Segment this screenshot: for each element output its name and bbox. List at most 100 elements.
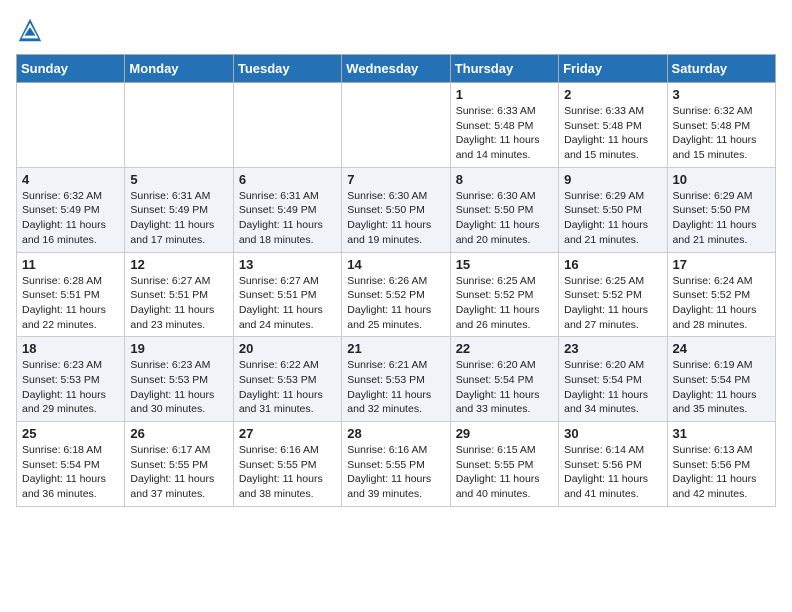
day-info: Sunrise: 6:14 AM Sunset: 5:56 PM Dayligh… <box>564 443 661 502</box>
calendar-day-cell: 26 Sunrise: 6:17 AM Sunset: 5:55 PM Dayli… <box>125 422 233 507</box>
calendar-week-row: 1Sunrise: 6:33 AM Sunset: 5:48 PM Daylig… <box>17 83 776 168</box>
calendar-day-cell: 27 Sunrise: 6:16 AM Sunset: 5:55 PM Dayli… <box>233 422 341 507</box>
day-info: Sunrise: 6:29 AM Sunset: 5:50 PM Dayligh… <box>673 189 770 248</box>
day-number: 3 <box>673 87 770 102</box>
day-number: 28 <box>347 426 444 441</box>
day-number: 10 <box>673 172 770 187</box>
calendar-day-cell: 15 Sunrise: 6:25 AM Sunset: 5:52 PM Dayli… <box>450 252 558 337</box>
day-number: 8 <box>456 172 553 187</box>
day-info: Sunrise: 6:16 AM Sunset: 5:55 PM Dayligh… <box>347 443 444 502</box>
calendar-day-cell: 17 Sunrise: 6:24 AM Sunset: 5:52 PM Dayli… <box>667 252 775 337</box>
calendar-day-cell: 2 Sunrise: 6:33 AM Sunset: 5:48 PM Daylig… <box>559 83 667 168</box>
calendar-table: SundayMondayTuesdayWednesdayThursdayFrid… <box>16 54 776 507</box>
calendar-day-cell: 30 Sunrise: 6:14 AM Sunset: 5:56 PM Dayli… <box>559 422 667 507</box>
day-info: Sunrise: 6:27 AM Sunset: 5:51 PM Dayligh… <box>130 274 227 333</box>
day-number: 30 <box>564 426 661 441</box>
day-number: 23 <box>564 341 661 356</box>
calendar-day-cell: 24Sunrise: 6:19 AM Sunset: 5:54 PM Dayli… <box>667 337 775 422</box>
calendar-week-row: 11 Sunrise: 6:28 AM Sunset: 5:51 PM Dayli… <box>17 252 776 337</box>
day-number: 21 <box>347 341 444 356</box>
day-info: Sunrise: 6:22 AM Sunset: 5:53 PM Dayligh… <box>239 358 336 417</box>
calendar-day-cell: 28 Sunrise: 6:16 AM Sunset: 5:55 PM Dayli… <box>342 422 450 507</box>
day-info: Sunrise: 6:32 AM Sunset: 5:49 PM Dayligh… <box>22 189 119 248</box>
calendar-day-cell <box>342 83 450 168</box>
day-number: 27 <box>239 426 336 441</box>
day-number: 22 <box>456 341 553 356</box>
logo-icon <box>16 16 44 44</box>
days-of-week-row: SundayMondayTuesdayWednesdayThursdayFrid… <box>17 55 776 83</box>
day-info: Sunrise: 6:31 AM Sunset: 5:49 PM Dayligh… <box>130 189 227 248</box>
calendar-body: 1Sunrise: 6:33 AM Sunset: 5:48 PM Daylig… <box>17 83 776 507</box>
day-info: Sunrise: 6:18 AM Sunset: 5:54 PM Dayligh… <box>22 443 119 502</box>
day-number: 20 <box>239 341 336 356</box>
day-info: Sunrise: 6:30 AM Sunset: 5:50 PM Dayligh… <box>456 189 553 248</box>
calendar-day-cell: 6Sunrise: 6:31 AM Sunset: 5:49 PM Daylig… <box>233 167 341 252</box>
calendar-header: SundayMondayTuesdayWednesdayThursdayFrid… <box>17 55 776 83</box>
day-number: 2 <box>564 87 661 102</box>
day-number: 19 <box>130 341 227 356</box>
calendar-day-cell: 12Sunrise: 6:27 AM Sunset: 5:51 PM Dayli… <box>125 252 233 337</box>
calendar-day-cell: 22 Sunrise: 6:20 AM Sunset: 5:54 PM Dayli… <box>450 337 558 422</box>
calendar-day-cell: 21 Sunrise: 6:21 AM Sunset: 5:53 PM Dayli… <box>342 337 450 422</box>
calendar-day-cell <box>17 83 125 168</box>
calendar-day-cell: 29 Sunrise: 6:15 AM Sunset: 5:55 PM Dayli… <box>450 422 558 507</box>
day-number: 26 <box>130 426 227 441</box>
day-info: Sunrise: 6:28 AM Sunset: 5:51 PM Dayligh… <box>22 274 119 333</box>
day-number: 9 <box>564 172 661 187</box>
calendar-day-cell: 8 Sunrise: 6:30 AM Sunset: 5:50 PM Daylig… <box>450 167 558 252</box>
day-number: 25 <box>22 426 119 441</box>
day-info: Sunrise: 6:30 AM Sunset: 5:50 PM Dayligh… <box>347 189 444 248</box>
day-info: Sunrise: 6:33 AM Sunset: 5:48 PM Dayligh… <box>564 104 661 163</box>
day-number: 16 <box>564 257 661 272</box>
day-of-week-header: Thursday <box>450 55 558 83</box>
day-info: Sunrise: 6:27 AM Sunset: 5:51 PM Dayligh… <box>239 274 336 333</box>
day-number: 11 <box>22 257 119 272</box>
day-of-week-header: Saturday <box>667 55 775 83</box>
calendar-day-cell: 14Sunrise: 6:26 AM Sunset: 5:52 PM Dayli… <box>342 252 450 337</box>
calendar-day-cell: 25 Sunrise: 6:18 AM Sunset: 5:54 PM Dayli… <box>17 422 125 507</box>
calendar-day-cell: 31Sunrise: 6:13 AM Sunset: 5:56 PM Dayli… <box>667 422 775 507</box>
day-of-week-header: Wednesday <box>342 55 450 83</box>
day-number: 4 <box>22 172 119 187</box>
day-of-week-header: Monday <box>125 55 233 83</box>
day-info: Sunrise: 6:15 AM Sunset: 5:55 PM Dayligh… <box>456 443 553 502</box>
calendar-day-cell: 20 Sunrise: 6:22 AM Sunset: 5:53 PM Dayli… <box>233 337 341 422</box>
day-info: Sunrise: 6:17 AM Sunset: 5:55 PM Dayligh… <box>130 443 227 502</box>
day-info: Sunrise: 6:25 AM Sunset: 5:52 PM Dayligh… <box>456 274 553 333</box>
day-info: Sunrise: 6:23 AM Sunset: 5:53 PM Dayligh… <box>22 358 119 417</box>
day-of-week-header: Tuesday <box>233 55 341 83</box>
calendar-day-cell: 5 Sunrise: 6:31 AM Sunset: 5:49 PM Daylig… <box>125 167 233 252</box>
calendar-day-cell <box>125 83 233 168</box>
day-number: 13 <box>239 257 336 272</box>
calendar-day-cell: 19Sunrise: 6:23 AM Sunset: 5:53 PM Dayli… <box>125 337 233 422</box>
day-info: Sunrise: 6:32 AM Sunset: 5:48 PM Dayligh… <box>673 104 770 163</box>
calendar-day-cell: 23Sunrise: 6:20 AM Sunset: 5:54 PM Dayli… <box>559 337 667 422</box>
day-number: 18 <box>22 341 119 356</box>
calendar-week-row: 18 Sunrise: 6:23 AM Sunset: 5:53 PM Dayli… <box>17 337 776 422</box>
day-info: Sunrise: 6:26 AM Sunset: 5:52 PM Dayligh… <box>347 274 444 333</box>
day-info: Sunrise: 6:25 AM Sunset: 5:52 PM Dayligh… <box>564 274 661 333</box>
calendar-week-row: 25 Sunrise: 6:18 AM Sunset: 5:54 PM Dayli… <box>17 422 776 507</box>
calendar-week-row: 4 Sunrise: 6:32 AM Sunset: 5:49 PM Daylig… <box>17 167 776 252</box>
logo <box>16 16 48 44</box>
day-number: 5 <box>130 172 227 187</box>
calendar-day-cell: 3 Sunrise: 6:32 AM Sunset: 5:48 PM Daylig… <box>667 83 775 168</box>
day-number: 24 <box>673 341 770 356</box>
calendar-day-cell: 10 Sunrise: 6:29 AM Sunset: 5:50 PM Dayli… <box>667 167 775 252</box>
day-info: Sunrise: 6:21 AM Sunset: 5:53 PM Dayligh… <box>347 358 444 417</box>
calendar-day-cell: 11 Sunrise: 6:28 AM Sunset: 5:51 PM Dayli… <box>17 252 125 337</box>
page-header <box>16 16 776 44</box>
day-number: 6 <box>239 172 336 187</box>
day-number: 15 <box>456 257 553 272</box>
day-info: Sunrise: 6:29 AM Sunset: 5:50 PM Dayligh… <box>564 189 661 248</box>
day-number: 29 <box>456 426 553 441</box>
day-of-week-header: Friday <box>559 55 667 83</box>
calendar-day-cell: 7Sunrise: 6:30 AM Sunset: 5:50 PM Daylig… <box>342 167 450 252</box>
day-number: 17 <box>673 257 770 272</box>
calendar-day-cell: 16 Sunrise: 6:25 AM Sunset: 5:52 PM Dayli… <box>559 252 667 337</box>
day-info: Sunrise: 6:16 AM Sunset: 5:55 PM Dayligh… <box>239 443 336 502</box>
calendar-day-cell: 13 Sunrise: 6:27 AM Sunset: 5:51 PM Dayli… <box>233 252 341 337</box>
calendar-day-cell: 9 Sunrise: 6:29 AM Sunset: 5:50 PM Daylig… <box>559 167 667 252</box>
day-info: Sunrise: 6:20 AM Sunset: 5:54 PM Dayligh… <box>456 358 553 417</box>
day-info: Sunrise: 6:24 AM Sunset: 5:52 PM Dayligh… <box>673 274 770 333</box>
